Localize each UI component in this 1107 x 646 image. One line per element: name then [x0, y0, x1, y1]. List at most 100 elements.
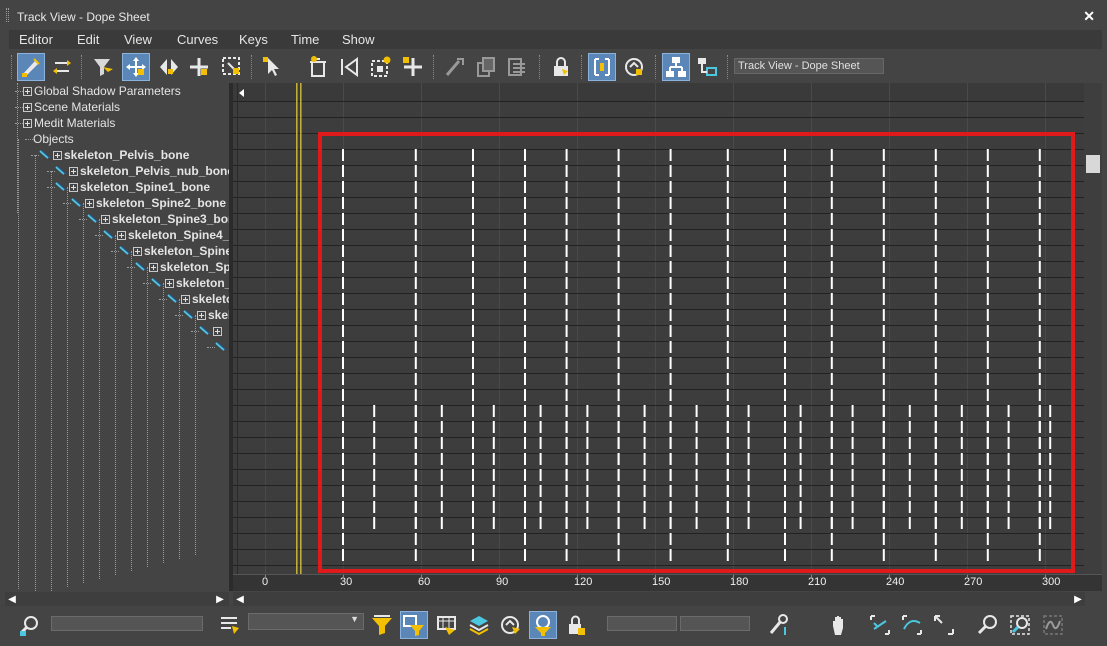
zoom-selection-icon[interactable]: [1006, 611, 1034, 639]
expand-icon[interactable]: [213, 326, 222, 336]
zoom-value-icon[interactable]: [898, 611, 926, 639]
expand-icon[interactable]: [69, 182, 78, 192]
align-icon[interactable]: [399, 53, 427, 81]
show-tracks-icon[interactable]: [693, 53, 721, 81]
key-tool-icon[interactable]: [441, 53, 469, 81]
expand-icon[interactable]: [23, 86, 32, 96]
tree-item[interactable]: [215, 339, 229, 355]
select-icon[interactable]: [259, 53, 287, 81]
paste-icon[interactable]: [503, 53, 531, 81]
frame-field[interactable]: [607, 616, 677, 631]
value-field[interactable]: [680, 616, 750, 631]
expand-icon[interactable]: [117, 230, 126, 240]
layer-icon[interactable]: [465, 611, 493, 639]
slide-keys-icon[interactable]: [155, 53, 183, 81]
scroll-left-icon[interactable]: ◀: [233, 592, 247, 606]
zoom-horizontal-icon[interactable]: [866, 611, 894, 639]
menu-view[interactable]: View: [124, 32, 152, 47]
bone-icon: [183, 310, 195, 319]
film-icon[interactable]: [433, 611, 461, 639]
zoom-region-icon[interactable]: [930, 611, 958, 639]
tree-item[interactable]: skeleton_Spine3_bone: [87, 211, 229, 227]
time-ruler[interactable]: 0 30 60 90 120 150 180 210 240 270 300: [233, 574, 1102, 591]
funnel-icon[interactable]: [89, 53, 117, 81]
expand-icon[interactable]: [53, 150, 62, 160]
tree-item[interactable]: Medit Materials: [23, 115, 115, 131]
vertical-scrollbar[interactable]: [1084, 83, 1102, 574]
key-filter-icon[interactable]: [216, 611, 244, 639]
expand-icon[interactable]: [181, 294, 190, 304]
edit-ranges-icon[interactable]: [588, 53, 616, 81]
expand-icon[interactable]: [165, 278, 174, 288]
tree-item[interactable]: skeleton_Spine2_bone: [71, 195, 226, 211]
delete-icon[interactable]: [304, 53, 332, 81]
menu-curves[interactable]: Curves: [177, 32, 218, 47]
key-grid[interactable]: [233, 83, 1084, 574]
expand-icon[interactable]: [23, 102, 32, 112]
ruler-tick: [967, 575, 968, 579]
expand-icon[interactable]: [69, 166, 78, 176]
tree-item[interactable]: skeleton_Spine7_bone: [151, 275, 229, 291]
tree-item[interactable]: skeleton_Spine8_bone: [167, 291, 229, 307]
hierarchy-icon[interactable]: [662, 53, 690, 81]
drag-grip-icon[interactable]: [6, 8, 9, 22]
snap-icon[interactable]: [367, 53, 395, 81]
tree-item[interactable]: skeleton_Spine4_bone: [103, 227, 229, 243]
tree-horizontal-scrollbar[interactable]: ◀ ▶: [5, 592, 229, 606]
expand-icon[interactable]: [197, 310, 206, 320]
move-keys-icon[interactable]: [49, 53, 77, 81]
tree-item[interactable]: Global Shadow Parameters: [23, 83, 181, 99]
tree-item[interactable]: skeleton_Spine9_bone: [183, 307, 229, 323]
menu-keys[interactable]: Keys: [239, 32, 268, 47]
expand-icon[interactable]: [85, 198, 94, 208]
show-keyable-icon[interactable]: [368, 611, 396, 639]
close-icon[interactable]: ✕: [1083, 8, 1095, 25]
move-icon[interactable]: [122, 53, 150, 81]
lock-icon[interactable]: [562, 611, 590, 639]
menu-editor[interactable]: Editor: [19, 32, 53, 47]
menu-show[interactable]: Show: [342, 32, 375, 47]
key-tangent-icon[interactable]: [765, 611, 793, 639]
add-keys-icon[interactable]: [185, 53, 213, 81]
filter-icon[interactable]: [17, 53, 45, 81]
tree-item-label: Objects: [33, 132, 74, 146]
track-view-name-field[interactable]: Track View - Dope Sheet: [734, 58, 884, 74]
tree-item[interactable]: skeleton_Spine5_bone: [119, 243, 229, 259]
scale-keys-icon[interactable]: [218, 53, 246, 81]
curve-icon[interactable]: [1039, 611, 1067, 639]
selection-name-field[interactable]: [51, 616, 203, 631]
expand-icon[interactable]: [133, 246, 142, 256]
tree-item[interactable]: Objects: [33, 131, 74, 147]
expand-icon[interactable]: [149, 262, 158, 272]
tree-guide-line: [67, 187, 68, 587]
freeze-icon[interactable]: [335, 53, 363, 81]
dope-sheet-area[interactable]: [233, 83, 1084, 574]
filter-selected-icon[interactable]: [529, 611, 557, 639]
lock-icon[interactable]: [547, 53, 575, 81]
isolate-icon[interactable]: [497, 611, 525, 639]
zoom-icon[interactable]: [16, 611, 44, 639]
scroll-right-icon[interactable]: ▶: [213, 592, 227, 606]
show-selected-icon[interactable]: [400, 611, 428, 639]
copy-icon[interactable]: [472, 53, 500, 81]
expand-icon[interactable]: [101, 214, 110, 224]
scroll-right-icon[interactable]: ▶: [1071, 592, 1085, 606]
scroll-thumb[interactable]: [1086, 155, 1100, 173]
expand-icon[interactable]: [23, 118, 32, 128]
scroll-left-icon[interactable]: ◀: [5, 592, 19, 606]
modify-subtree-icon[interactable]: [620, 53, 648, 81]
tree-item[interactable]: [199, 323, 224, 339]
tree-item[interactable]: skeleton_Pelvis_nub_bone: [55, 163, 229, 179]
tree-item[interactable]: skeleton_Pelvis_bone: [39, 147, 189, 163]
dope-horizontal-scrollbar[interactable]: ◀ ▶: [233, 592, 1085, 606]
tree-connector: [31, 155, 39, 156]
pan-icon[interactable]: [826, 611, 854, 639]
zoom-extents-icon[interactable]: [974, 611, 1002, 639]
tree-item[interactable]: skeleton_Spine6_bone: [135, 259, 229, 275]
key-filter-dropdown[interactable]: ▼: [248, 613, 364, 630]
tree-item[interactable]: Scene Materials: [23, 99, 120, 115]
tree-item[interactable]: skeleton_Spine1_bone: [55, 179, 210, 195]
bottom-toolbar: ▼: [0, 606, 1107, 646]
menu-time[interactable]: Time: [291, 32, 319, 47]
menu-edit[interactable]: Edit: [77, 32, 99, 47]
